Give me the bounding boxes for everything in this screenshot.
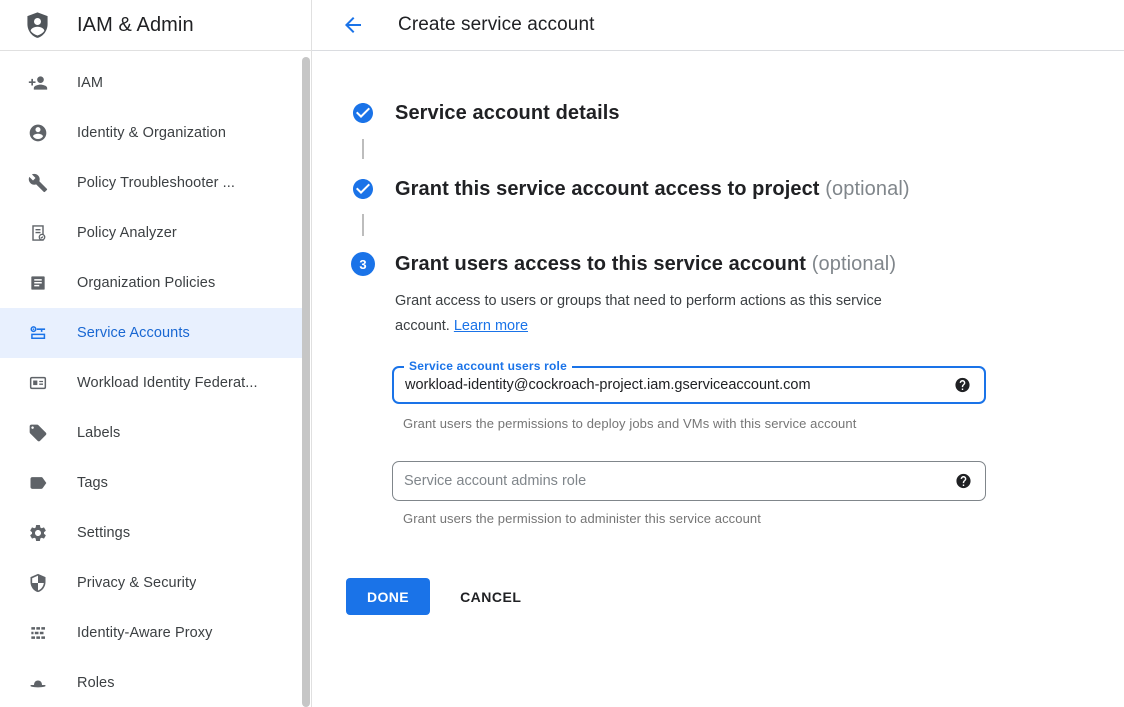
wrench-icon xyxy=(28,173,48,193)
help-icon[interactable] xyxy=(955,473,972,490)
sidebar: IAM & Admin IAM Identity & Organization Po… xyxy=(0,0,312,707)
back-button[interactable] xyxy=(341,13,365,37)
page-header: Create service account xyxy=(312,0,1124,51)
users-role-field: Service account users role xyxy=(392,366,986,404)
sidebar-item-label: Identity-Aware Proxy xyxy=(77,625,213,641)
sidebar-item-label: Labels xyxy=(77,425,120,441)
page-title: Create service account xyxy=(398,14,595,36)
sidebar-item-tags[interactable]: Tags xyxy=(0,458,303,508)
tag-arrow-icon xyxy=(28,473,48,493)
admins-role-field xyxy=(392,461,986,501)
users-role-helper-text: Grant users the permissions to deploy jo… xyxy=(403,416,1124,431)
sidebar-item-iam[interactable]: IAM xyxy=(0,58,303,108)
action-buttons: DONE CANCEL xyxy=(346,578,1124,615)
sidebar-item-label: Service Accounts xyxy=(77,325,190,341)
sidebar-item-policy-analyzer[interactable]: Policy Analyzer xyxy=(0,208,303,258)
check-circle-icon xyxy=(351,177,375,201)
account-circle-icon xyxy=(28,123,48,143)
sidebar-item-label: Identity & Organization xyxy=(77,125,226,141)
users-role-input[interactable] xyxy=(394,368,934,402)
admins-role-helper-text: Grant users the permission to administer… xyxy=(403,511,1124,526)
label-tag-icon xyxy=(28,423,48,443)
badge-card-icon xyxy=(28,373,48,393)
sidebar-item-service-accounts[interactable]: Service Accounts xyxy=(0,308,303,358)
shield-icon xyxy=(28,573,48,593)
product-header: IAM & Admin xyxy=(0,0,311,51)
sidebar-item-label: Policy Analyzer xyxy=(77,225,177,241)
product-title: IAM & Admin xyxy=(77,14,194,37)
step-3-number-badge: 3 xyxy=(351,252,375,276)
sidebar-item-label: IAM xyxy=(77,75,103,91)
check-circle-icon xyxy=(351,101,375,125)
policy-analyzer-icon xyxy=(28,223,48,243)
step-1-row: Service account details xyxy=(351,98,1124,128)
app-window: IAM & Admin IAM Identity & Organization Po… xyxy=(0,0,1124,707)
sidebar-item-workload-identity-federat[interactable]: Workload Identity Federat... xyxy=(0,358,303,408)
admins-role-input[interactable] xyxy=(393,462,935,500)
step-2-row: Grant this service account access to pro… xyxy=(351,174,1124,204)
step-3-title: Grant users access to this service accou… xyxy=(395,249,896,279)
sidebar-item-label: Privacy & Security xyxy=(77,575,196,591)
roles-hat-icon xyxy=(28,673,48,693)
sidebar-item-label: Tags xyxy=(77,475,108,491)
person-add-icon xyxy=(28,73,48,93)
proxy-grid-icon xyxy=(28,623,48,643)
step-2-optional-label: (optional) xyxy=(825,178,909,200)
sidebar-item-label: Organization Policies xyxy=(77,275,215,291)
gear-icon xyxy=(28,523,48,543)
learn-more-link[interactable]: Learn more xyxy=(454,318,528,334)
step-1-title[interactable]: Service account details xyxy=(395,98,620,128)
sidebar-item-label: Settings xyxy=(77,525,130,541)
step-3-optional-label: (optional) xyxy=(812,253,896,275)
sidebar-item-roles[interactable]: Roles xyxy=(0,658,303,707)
help-icon[interactable] xyxy=(954,377,971,394)
service-account-key-icon xyxy=(28,323,48,343)
main-panel: Create service account Service account d… xyxy=(312,0,1124,707)
sidebar-item-policy-troubleshooter[interactable]: Policy Troubleshooter ... xyxy=(0,158,303,208)
step-connector xyxy=(362,214,364,236)
step-3-row: 3 Grant users access to this service acc… xyxy=(351,249,1124,279)
sidebar-scrollbar[interactable] xyxy=(302,57,310,707)
sidebar-item-identity-organization[interactable]: Identity & Organization xyxy=(0,108,303,158)
step-3-description: Grant access to users or groups that nee… xyxy=(395,289,940,339)
sidebar-item-organization-policies[interactable]: Organization Policies xyxy=(0,258,303,308)
sidebar-item-label: Roles xyxy=(77,675,115,691)
sidebar-item-settings[interactable]: Settings xyxy=(0,508,303,558)
done-button[interactable]: DONE xyxy=(346,578,430,615)
cancel-button[interactable]: CANCEL xyxy=(460,589,521,605)
article-icon xyxy=(28,273,48,293)
sidebar-nav: IAM Identity & Organization Policy Trouble… xyxy=(0,51,303,707)
sidebar-item-label: Workload Identity Federat... xyxy=(77,375,258,391)
sidebar-item-labels[interactable]: Labels xyxy=(0,408,303,458)
sidebar-item-label: Policy Troubleshooter ... xyxy=(77,175,235,191)
wizard-content: Service account details Grant this servi… xyxy=(312,51,1124,615)
step-2-title[interactable]: Grant this service account access to pro… xyxy=(395,174,935,204)
sidebar-item-privacy-security[interactable]: Privacy & Security xyxy=(0,558,303,608)
users-role-field-label: Service account users role xyxy=(404,359,572,373)
iam-shield-logo-icon xyxy=(22,10,53,41)
arrow-back-icon xyxy=(341,13,365,37)
step-connector xyxy=(362,139,364,159)
sidebar-item-identity-aware-proxy[interactable]: Identity-Aware Proxy xyxy=(0,608,303,658)
